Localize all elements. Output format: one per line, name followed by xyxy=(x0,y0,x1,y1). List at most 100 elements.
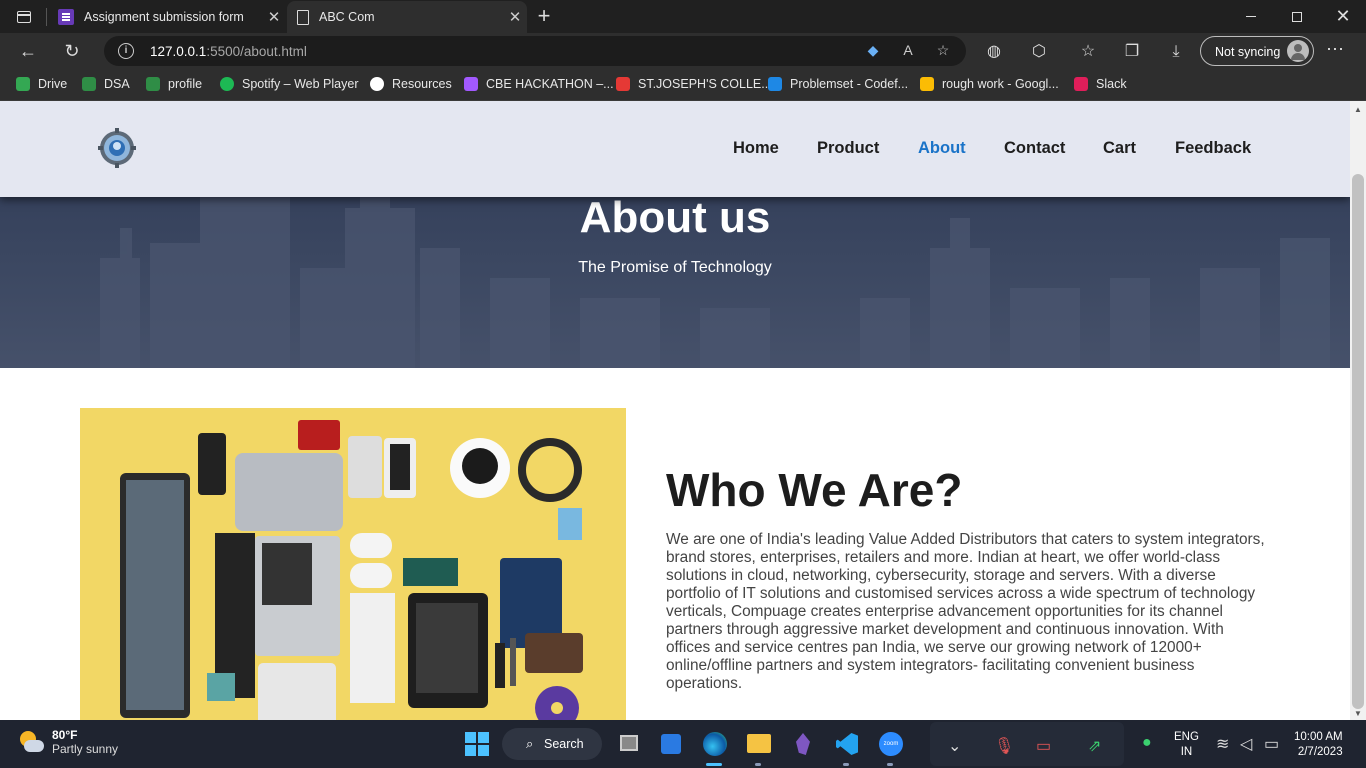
language-indicator[interactable]: ENG IN xyxy=(1174,730,1199,760)
page-viewport: About us The Promise of Technology Home … xyxy=(0,101,1350,720)
bookmark-slack[interactable]: Slack xyxy=(1074,77,1127,91)
new-tab-icon[interactable]: + xyxy=(534,3,554,29)
url-text[interactable]: 127.0.0.1:5500/about.html xyxy=(150,44,307,59)
add-favorite-icon[interactable]: ☆ xyxy=(934,42,952,60)
address-bar[interactable]: i 127.0.0.1:5500/about.html ◆ A ☆ xyxy=(104,36,966,66)
page-icon xyxy=(297,9,309,25)
share-screen-icon[interactable]: ⇗ xyxy=(1088,736,1101,756)
nav-home[interactable]: Home xyxy=(733,139,779,158)
temperature: 80°F xyxy=(52,728,78,742)
favorites-icon[interactable]: ☆ xyxy=(1078,42,1098,62)
scroll-thumb[interactable] xyxy=(1352,174,1364,709)
slack-icon xyxy=(1074,77,1088,91)
bookmark-st-josephs[interactable]: ST.JOSEPH'S COLLE... xyxy=(616,77,772,91)
hero-subtitle: The Promise of Technology xyxy=(578,259,772,276)
tab-title: Assignment submission form xyxy=(84,10,244,24)
wifi-icon[interactable]: ≋ xyxy=(1216,734,1229,754)
nav-product[interactable]: Product xyxy=(817,139,879,158)
bookmark-rough-work[interactable]: rough work - Googl... xyxy=(920,77,1059,91)
site-info-icon[interactable]: i xyxy=(118,43,134,59)
explorer-running-indicator xyxy=(755,763,761,766)
read-aloud-icon[interactable]: A xyxy=(899,42,917,60)
tab-title: ABC Com xyxy=(319,10,375,24)
bookmark-cbe-hackathon[interactable]: CBE HACKATHON –... xyxy=(464,77,614,91)
file-explorer-icon[interactable] xyxy=(744,729,774,759)
chevron-down-icon[interactable]: ⌄ xyxy=(948,736,961,756)
collections-icon[interactable]: ❐ xyxy=(1122,42,1142,62)
obsidian-icon[interactable] xyxy=(788,729,818,759)
scroll-down-icon[interactable]: ▼ xyxy=(1354,709,1362,718)
mic-muted-icon[interactable]: 🎙 xyxy=(994,736,1014,756)
tag-icon[interactable]: ◆ xyxy=(864,42,882,60)
more-options-icon[interactable]: ⋯ xyxy=(1326,39,1344,60)
avatar-icon xyxy=(1287,40,1309,62)
close-window-icon[interactable]: ✕ xyxy=(1320,0,1366,33)
browser-tab-bar: Assignment submission form ✕ ABC Com ✕ +… xyxy=(0,0,1366,33)
zoom-meeting-controls: ⌄ 🎙 ▭ ⇗ xyxy=(930,722,1124,766)
page-scrollbar[interactable]: ▲ ▼ xyxy=(1350,101,1366,720)
gfg-icon xyxy=(146,77,160,91)
microsoft-store-icon[interactable] xyxy=(656,729,686,759)
battery-icon[interactable]: ▭ xyxy=(1264,734,1279,754)
video-off-icon[interactable]: ▭ xyxy=(1036,736,1051,756)
nav-feedback[interactable]: Feedback xyxy=(1175,139,1251,158)
edge-icon[interactable] xyxy=(700,729,730,759)
codeforces-icon xyxy=(768,77,782,91)
spotify-icon xyxy=(220,77,234,91)
scroll-up-icon[interactable]: ▲ xyxy=(1354,105,1362,114)
search-icon: ⌕ xyxy=(526,736,534,751)
drive-icon xyxy=(16,77,30,91)
start-icon[interactable] xyxy=(462,729,492,759)
search-label: Search xyxy=(544,737,584,751)
tab-assignment-form[interactable]: Assignment submission form ✕ xyxy=(50,1,286,33)
nav-about[interactable]: About xyxy=(918,139,966,158)
weather-widget[interactable]: 80°F Partly sunny xyxy=(18,728,118,756)
downloads-icon[interactable]: ⤓ xyxy=(1166,42,1186,62)
zoom-icon[interactable]: zoom xyxy=(876,729,906,759)
translate-icon[interactable]: ◍ xyxy=(984,42,1004,62)
close-tab-icon[interactable]: ✕ xyxy=(262,8,286,26)
browser-toolbar: ← ↻ i 127.0.0.1:5500/about.html ◆ A ☆ ◍ … xyxy=(0,33,1366,69)
nav-contact[interactable]: Contact xyxy=(1004,139,1065,158)
windows-taskbar: 80°F Partly sunny ⌕ Search zoom ⌄ 🎙 ▭ ⇗ … xyxy=(0,720,1366,768)
profile-label: Not syncing xyxy=(1215,45,1281,59)
extensions-icon[interactable]: ⬡ xyxy=(1029,42,1049,62)
bookmark-resources[interactable]: Resources xyxy=(370,77,452,91)
task-view-icon[interactable] xyxy=(614,729,644,759)
bookmark-profile[interactable]: profile xyxy=(146,77,202,91)
minimize-icon[interactable] xyxy=(1228,0,1274,33)
system-clock[interactable]: 10:00 AM 2/7/2023 xyxy=(1294,730,1343,760)
gadgets-flatlay-image xyxy=(80,408,626,720)
figma-icon xyxy=(464,77,478,91)
tab-separator xyxy=(46,8,47,26)
section-description: We are one of India's leading Value Adde… xyxy=(666,531,1265,692)
bookmark-drive[interactable]: Drive xyxy=(16,77,67,91)
site-logo-icon[interactable] xyxy=(98,128,136,168)
section-title: Who We Are? xyxy=(666,464,963,516)
nav-cart[interactable]: Cart xyxy=(1103,139,1136,158)
close-tab-icon[interactable]: ✕ xyxy=(503,8,527,26)
back-icon[interactable]: ← xyxy=(14,37,42,65)
resources-icon xyxy=(370,77,384,91)
tab-actions-icon[interactable] xyxy=(8,6,40,28)
profile-button[interactable]: Not syncing xyxy=(1200,36,1314,66)
hero-title: About us xyxy=(579,193,771,242)
microphone-icon[interactable]: ● xyxy=(1142,734,1152,752)
gfg-icon xyxy=(82,77,96,91)
bookmark-spotify[interactable]: Spotify – Web Player xyxy=(220,77,359,91)
tab-abc-com[interactable]: ABC Com ✕ xyxy=(287,1,527,33)
bookmark-dsa[interactable]: DSA xyxy=(82,77,130,91)
volume-icon[interactable]: ◁ xyxy=(1240,734,1252,754)
taskbar-search[interactable]: ⌕ Search xyxy=(502,728,602,760)
zoom-running-indicator xyxy=(887,763,893,766)
weather-status: Partly sunny xyxy=(52,742,119,756)
refresh-icon[interactable]: ↻ xyxy=(58,37,86,65)
keep-icon xyxy=(920,77,934,91)
partly-sunny-icon xyxy=(18,729,44,755)
bookmarks-bar: Drive DSA profile Spotify – Web Player R… xyxy=(0,69,1366,101)
edge-active-indicator xyxy=(706,763,722,766)
maximize-icon[interactable] xyxy=(1274,0,1320,33)
bookmark-codeforces[interactable]: Problemset - Codef... xyxy=(768,77,908,91)
vscode-running-indicator xyxy=(843,763,849,766)
vscode-icon[interactable] xyxy=(832,729,862,759)
